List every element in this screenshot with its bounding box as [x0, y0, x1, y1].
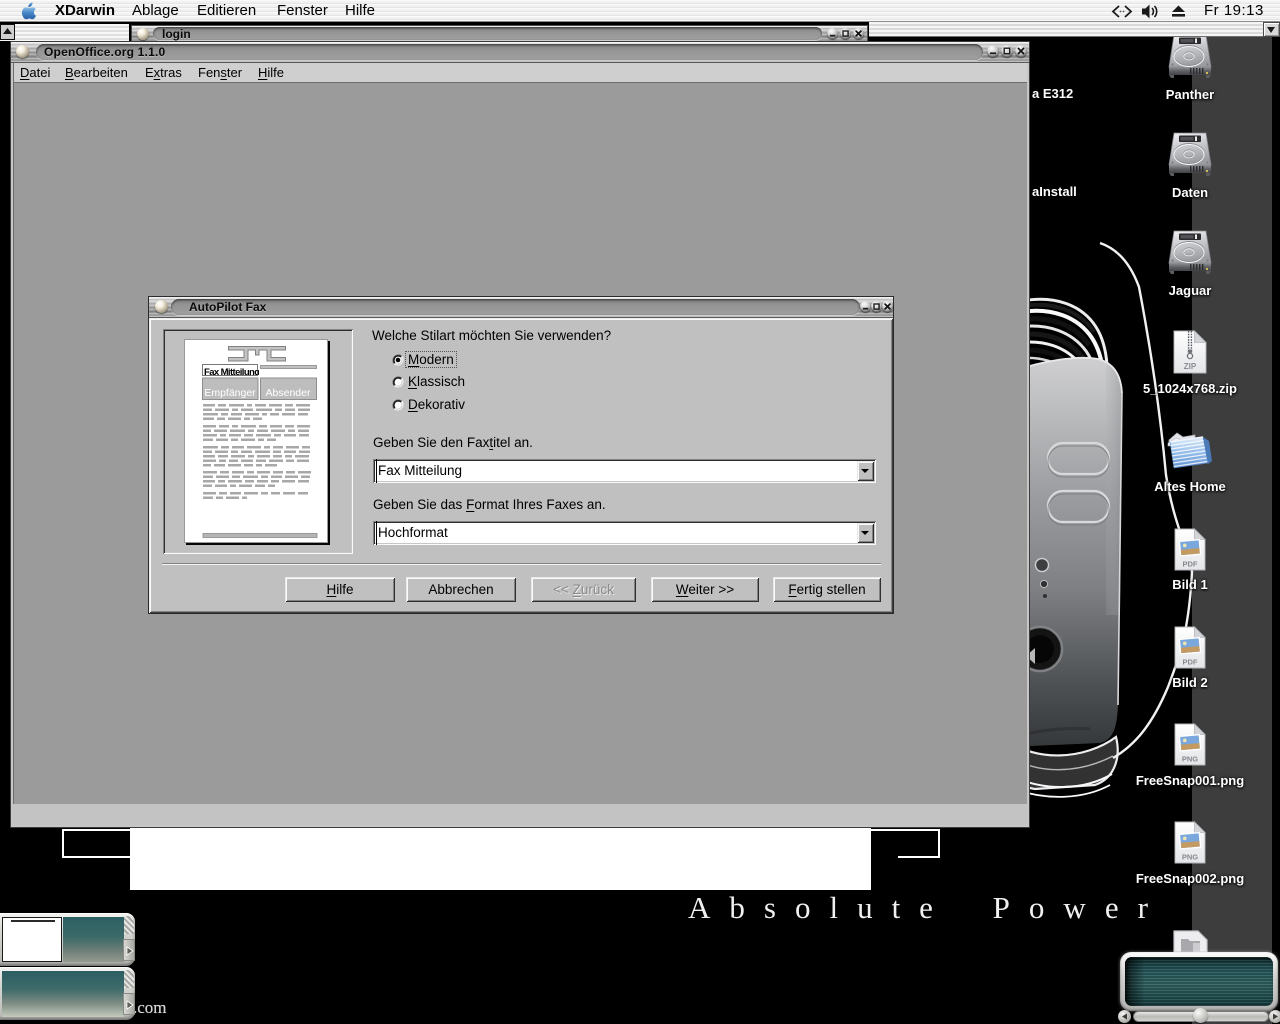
svg-text:PNG: PNG: [1182, 755, 1198, 764]
svg-text:Absender: Absender: [266, 387, 311, 399]
svg-text:Empfänger: Empfänger: [204, 387, 256, 399]
svg-text:PNG: PNG: [1182, 853, 1198, 862]
svg-text:PDF: PDF: [1183, 560, 1198, 569]
svg-text:ZIP: ZIP: [1184, 362, 1197, 371]
svg-text:PDF: PDF: [1183, 658, 1198, 667]
